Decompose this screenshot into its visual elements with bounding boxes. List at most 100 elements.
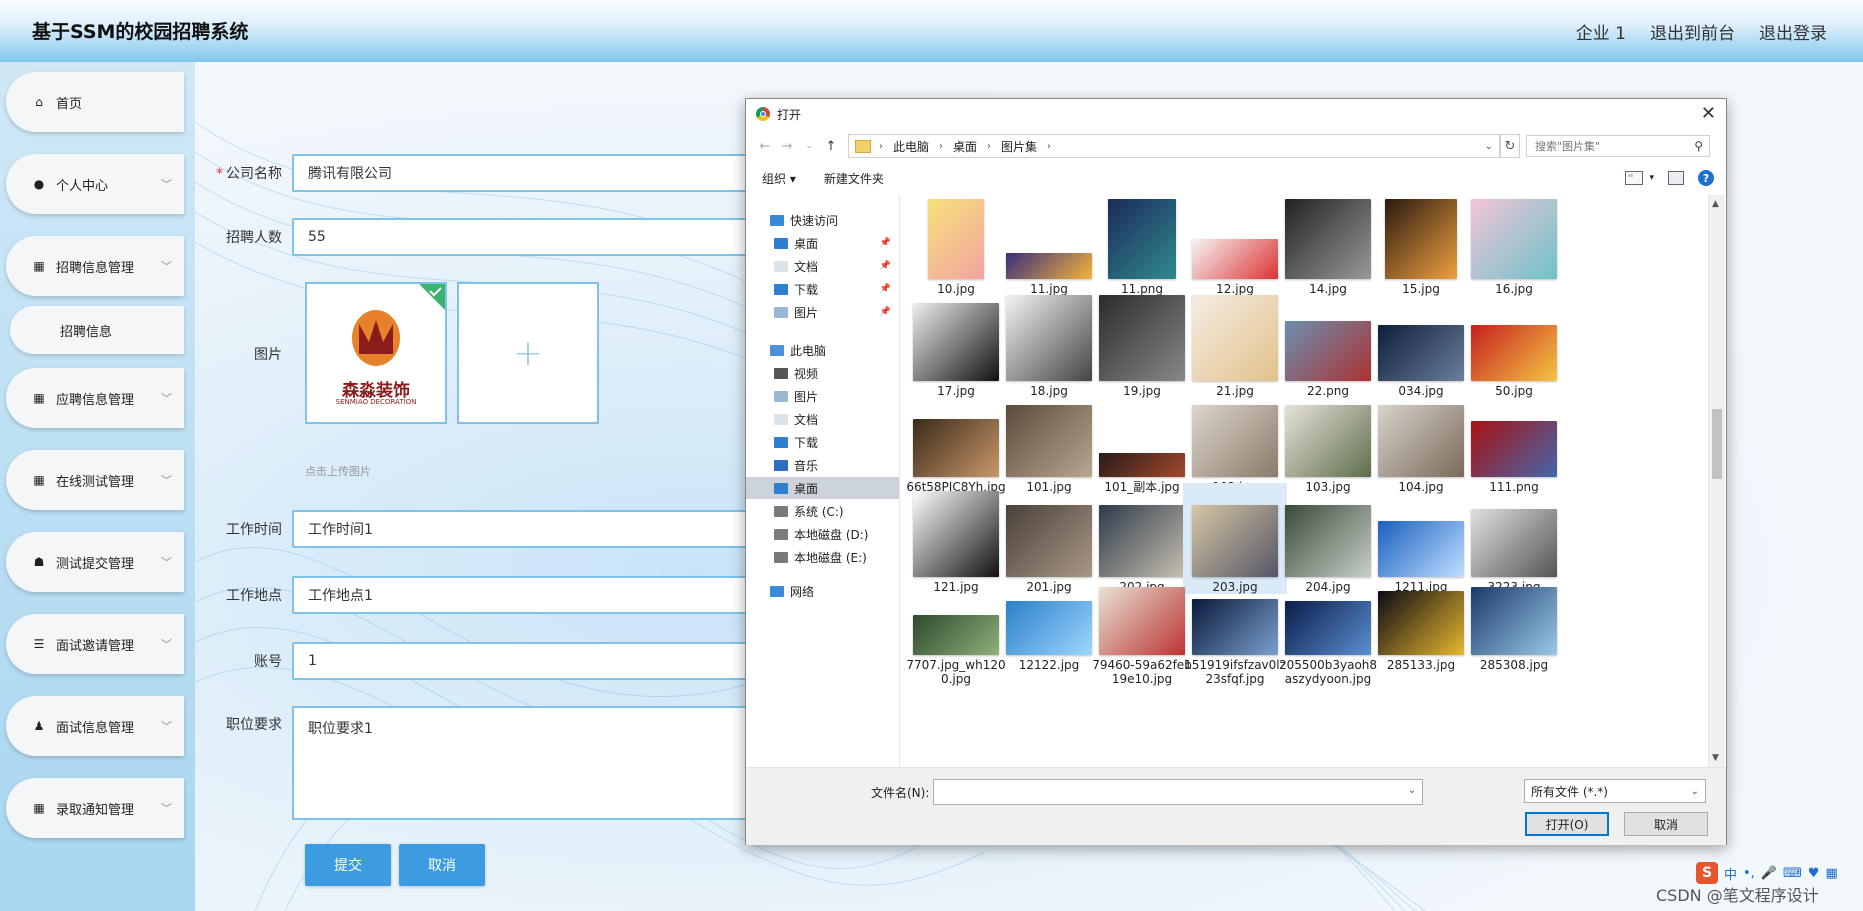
file-thumbnail[interactable]: 50.jpg (1462, 287, 1566, 398)
file-thumbnail[interactable]: 204.jpg (1276, 483, 1380, 594)
dialog-cancel-button[interactable]: 取消 (1624, 812, 1708, 836)
file-thumbnail[interactable]: 121.jpg (904, 483, 1008, 594)
up-arrow-icon[interactable]: ↑ (820, 139, 842, 154)
file-thumbnail[interactable]: 1211.jpg (1369, 483, 1473, 594)
count-input[interactable]: 55 (292, 218, 752, 256)
view-mode-icon[interactable] (1625, 171, 1644, 185)
company-input[interactable]: 腾讯有限公司 (292, 154, 752, 192)
new-folder-button[interactable]: 新建文件夹 (824, 170, 884, 187)
file-thumbnail[interactable]: 103.jpg (1276, 383, 1380, 494)
back-to-front-link[interactable]: 退出到前台 (1650, 19, 1735, 44)
sidebar-subitem-recruit-info[interactable]: 招聘信息 (10, 306, 184, 354)
sidebar-item-interview-info[interactable]: ♟ 面试信息管理 ﹀ (6, 696, 184, 756)
scroll-down-icon[interactable]: ▼ (1712, 753, 1719, 763)
file-thumbnail[interactable]: 16.jpg (1462, 195, 1566, 296)
sidebar-item-home[interactable]: ⌂ 首页 (6, 72, 184, 132)
place-input[interactable]: 工作地点1 (292, 576, 752, 614)
refresh-icon[interactable]: ↻ (1500, 134, 1520, 158)
vertical-scrollbar[interactable]: ▲ ▼ (1708, 195, 1725, 767)
filename-input[interactable]: ⌄ (933, 779, 1423, 805)
chevron-down-icon[interactable]: ⌄ (1408, 785, 1416, 796)
upload-add-button[interactable]: + (457, 282, 599, 424)
file-thumbnail[interactable]: 3223.jpg (1462, 483, 1566, 594)
sidebar-item-online-test[interactable]: ▦ 在线测试管理 ﹀ (6, 450, 184, 510)
nav-item[interactable]: 视频 (746, 362, 899, 384)
nav-item[interactable]: 图片 (746, 385, 899, 407)
nav-item[interactable]: 图片 📌 (746, 301, 899, 323)
nav-item[interactable]: 下载 📌 (746, 278, 899, 300)
file-thumbnail[interactable]: 151919ifsfzav0lz23sfqf.jpg (1183, 583, 1287, 686)
cancel-button[interactable]: 取消 (399, 844, 485, 886)
nav-item[interactable]: 文档 📌 (746, 255, 899, 277)
file-thumbnail[interactable]: 101.jpg (997, 383, 1101, 494)
sogou-icon[interactable]: S (1696, 862, 1718, 884)
nav-item[interactable]: 本地磁盘 (E:) (746, 546, 899, 568)
breadcrumb-pictures[interactable]: 图片集 (1001, 138, 1037, 155)
user-menu[interactable]: 企业 1 (1576, 19, 1626, 44)
file-thumbnail[interactable]: 202.jpg (1090, 483, 1194, 594)
file-thumbnail[interactable]: 111.png (1462, 383, 1566, 494)
breadcrumb-desktop[interactable]: 桌面 (953, 138, 977, 155)
ime-mode[interactable]: 中 (1724, 864, 1737, 883)
sidebar-item-test-submit[interactable]: ☗ 测试提交管理 ﹀ (6, 532, 184, 592)
file-thumbnail[interactable]: 101_副本.jpg (1090, 383, 1194, 494)
time-input[interactable]: 工作时间1 (292, 510, 752, 548)
forward-arrow-icon[interactable]: → (776, 139, 798, 154)
sidebar-item-interview-invite[interactable]: ☰ 面试邀请管理 ﹀ (6, 614, 184, 674)
chevron-down-icon[interactable]: ⌄ (1485, 141, 1493, 152)
file-thumbnail[interactable]: 11.png (1090, 195, 1194, 296)
nav-item[interactable]: 桌面 (746, 477, 899, 499)
file-thumbnail[interactable]: 102.jpg (1183, 383, 1287, 494)
file-thumbnail[interactable]: 285133.jpg (1369, 583, 1473, 672)
nav-item[interactable]: 文档 (746, 408, 899, 430)
chevron-down-icon[interactable]: ▾ (1649, 173, 1654, 183)
sidebar-item-profile[interactable]: ● 个人中心 ﹀ (6, 154, 184, 214)
file-thumbnail[interactable]: 14.jpg (1276, 195, 1380, 296)
organize-button[interactable]: 组织 ▾ (762, 170, 796, 187)
requirement-textarea[interactable]: 职位要求1 (292, 706, 752, 820)
file-thumbnail[interactable]: 21.jpg (1183, 287, 1287, 398)
nav-item[interactable]: 下载 (746, 431, 899, 453)
help-icon[interactable]: ? (1698, 170, 1714, 186)
file-thumbnail[interactable]: 17.jpg (904, 287, 1008, 398)
uploaded-image[interactable]: 森淼装饰 SENMIAO DECORATION (305, 282, 447, 424)
file-thumbnail[interactable]: 79460-59a62feb19e10.jpg (1090, 583, 1194, 686)
breadcrumb[interactable]: › 此电脑 › 桌面 › 图片集 › ⌄ (848, 134, 1500, 158)
file-type-select[interactable]: 所有文件 (*.*) ⌄ (1524, 779, 1706, 803)
file-thumbnail[interactable]: 22.png (1276, 287, 1380, 398)
sidebar-item-application-manage[interactable]: ▦ 应聘信息管理 ﹀ (6, 368, 184, 428)
nav-item[interactable]: 本地磁盘 (D:) (746, 523, 899, 545)
file-thumbnail[interactable]: 285308.jpg (1462, 583, 1566, 672)
preview-pane-icon[interactable] (1668, 171, 1684, 185)
scrollbar-thumb[interactable] (1712, 409, 1722, 479)
file-thumbnail[interactable]: 203.jpg (1183, 483, 1287, 594)
microphone-icon[interactable]: 🎤 (1761, 866, 1777, 881)
file-thumbnail[interactable]: 15.jpg (1369, 195, 1473, 296)
apps-icon[interactable]: ▦ (1825, 866, 1837, 881)
breadcrumb-pc[interactable]: 此电脑 (893, 138, 929, 155)
ime-toolbar[interactable]: S 中 •, 🎤 ⌨ ♥ ▦ (1696, 862, 1838, 884)
scroll-up-icon[interactable]: ▲ (1712, 199, 1719, 209)
file-thumbnail[interactable]: 11.jpg (997, 195, 1101, 296)
nav-item[interactable]: 系统 (C:) (746, 500, 899, 522)
nav-item[interactable]: 音乐 (746, 454, 899, 476)
file-thumbnail[interactable]: 10.jpg (904, 195, 1008, 296)
submit-button[interactable]: 提交 (305, 844, 391, 886)
file-thumbnail[interactable]: 7707.jpg_wh1200.jpg (904, 583, 1008, 686)
file-thumbnail[interactable]: 12122.jpg (997, 583, 1101, 672)
keyboard-icon[interactable]: ⌨ (1783, 866, 1802, 881)
file-thumbnail[interactable]: 034.jpg (1369, 287, 1473, 398)
file-thumbnail[interactable]: 66t58PIC8Yh.jpg (904, 383, 1008, 494)
nav-item[interactable]: 此电脑 (746, 339, 899, 361)
close-icon[interactable]: ✕ (1701, 103, 1716, 124)
recent-chevron-icon[interactable]: ⌄ (798, 141, 820, 151)
sidebar-item-recruit-manage[interactable]: ▦ 招聘信息管理 ﹀ (6, 236, 184, 296)
nav-item[interactable]: 快速访问 (746, 209, 899, 231)
file-thumbnail[interactable]: 19.jpg (1090, 287, 1194, 398)
back-arrow-icon[interactable]: ← (754, 139, 776, 154)
account-input[interactable]: 1 (292, 642, 752, 680)
logout-link[interactable]: 退出登录 (1759, 19, 1827, 44)
punctuation-icon[interactable]: •, (1743, 866, 1755, 881)
file-thumbnail[interactable]: 12.jpg (1183, 195, 1287, 296)
file-thumbnail[interactable]: 201.jpg (997, 483, 1101, 594)
